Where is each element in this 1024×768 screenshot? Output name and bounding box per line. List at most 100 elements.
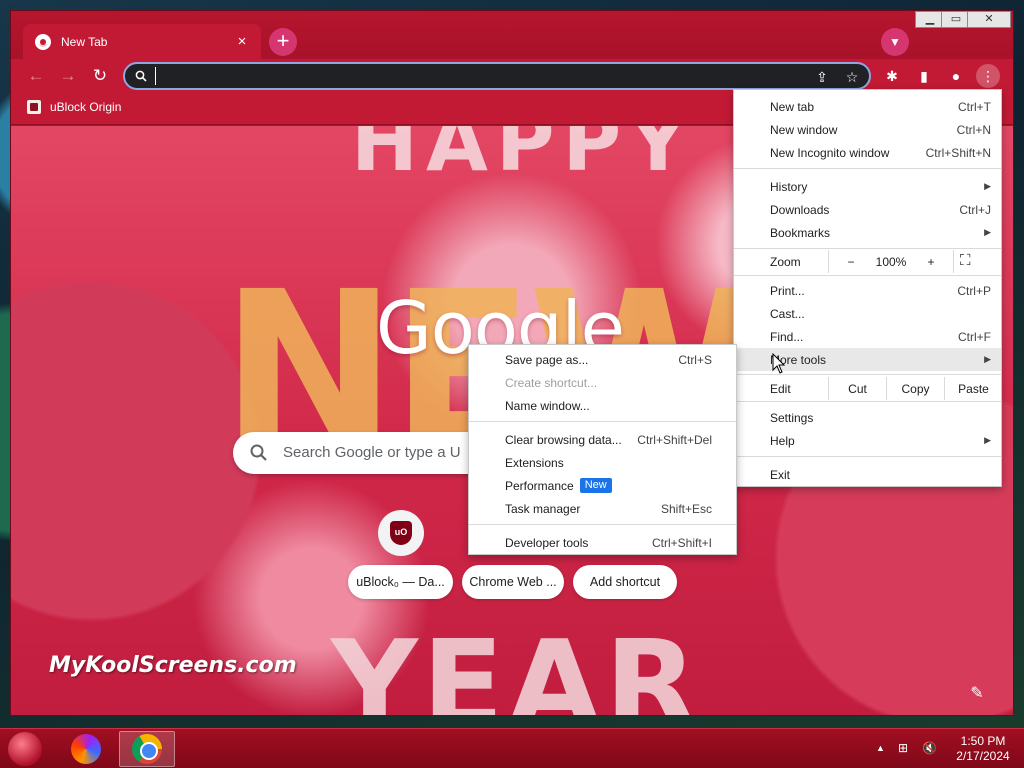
chevron-down-icon: ▼ (889, 35, 901, 49)
tab-search-button[interactable]: ▼ (881, 28, 909, 56)
menu-item-new-tab[interactable]: New tab Ctrl+T (734, 95, 1001, 118)
menu-separator (734, 401, 1001, 402)
menu-label: Edit (770, 381, 791, 396)
menu-accel: Ctrl+T (958, 99, 991, 114)
submenu-item-extensions[interactable]: Extensions (469, 451, 736, 474)
submenu-item-developer-tools[interactable]: Developer tools Ctrl+Shift+I (469, 531, 736, 554)
menu-item-downloads[interactable]: Downloads Ctrl+J (734, 198, 1001, 221)
menu-item-find[interactable]: Find... Ctrl+F (734, 325, 1001, 348)
shortcut-chip-chrome-web-store[interactable]: Chrome Web ... (462, 565, 564, 599)
ntp-search-placeholder: Search Google or type a U (283, 444, 461, 461)
menu-item-bookmarks[interactable]: Bookmarks ▶ (734, 221, 1001, 244)
chrome-main-menu: New tab Ctrl+T New window Ctrl+N New Inc… (733, 89, 1002, 487)
menu-item-exit[interactable]: Exit (734, 463, 1001, 486)
title-bar: New Tab × + ▼ ▁ ▭ ✕ (11, 11, 1013, 59)
pencil-icon[interactable]: ✎ (963, 680, 991, 708)
menu-label: New window (770, 122, 838, 137)
watermark-text: MyKoolScreens.com (49, 653, 297, 678)
zoom-in-button[interactable]: + (916, 255, 946, 269)
cut-button[interactable]: Cut (828, 377, 886, 400)
close-icon[interactable]: × (233, 33, 251, 50)
submenu-item-create-shortcut: Create shortcut... (469, 371, 736, 394)
firefox-icon (71, 734, 101, 764)
mouse-cursor-icon (772, 353, 786, 374)
forward-icon[interactable]: → (55, 63, 81, 89)
shortcut-chip-ublock[interactable]: uBlock₀ — Da... (348, 565, 453, 599)
ublock-icon (27, 100, 41, 114)
system-clock[interactable]: 1:50 PM 2/17/2024 (950, 734, 1016, 764)
puzzle-icon[interactable]: ✱ (880, 64, 904, 88)
taskbar-chrome[interactable] (119, 731, 175, 767)
menu-label: Task manager (505, 501, 581, 516)
submenu-item-task-manager[interactable]: Task manager Shift+Esc (469, 497, 736, 520)
menu-label: Settings (770, 410, 814, 425)
back-icon[interactable]: ← (23, 63, 49, 89)
new-tab-button[interactable]: + (269, 28, 297, 56)
menu-item-history[interactable]: History ▶ (734, 175, 1001, 198)
menu-label: Create shortcut... (505, 375, 598, 390)
menu-label: Bookmarks (770, 225, 831, 240)
deco-happy: HAPPY (351, 126, 696, 189)
zoom-out-button[interactable]: − (836, 255, 866, 269)
menu-label: History (770, 179, 808, 194)
side-panel-icon[interactable]: ▮ (912, 64, 936, 88)
star-icon[interactable]: ☆ (843, 68, 861, 86)
kebab-menu-icon[interactable]: ⋮ (976, 64, 1000, 88)
search-icon (250, 444, 267, 461)
menu-label: Exit (770, 467, 791, 482)
shortcut-ublock[interactable]: uO (378, 510, 424, 556)
toolbar: ← → ↻ ⇪ ☆ ✱ ▮ ● ⋮ (11, 59, 1013, 93)
clock-time: 1:50 PM (960, 734, 1006, 748)
menu-item-print[interactable]: Print... Ctrl+P (734, 279, 1001, 302)
network-icon[interactable]: ⊞ (898, 741, 908, 755)
menu-label: Zoom (770, 255, 801, 269)
menu-label: Developer tools (505, 535, 589, 550)
address-input[interactable] (155, 67, 795, 85)
chevron-right-icon: ▶ (984, 435, 991, 445)
window-close-button[interactable]: ✕ (967, 11, 1011, 28)
menu-separator (469, 524, 736, 525)
cut-label: Cut (848, 381, 867, 396)
deco-year: YEAR (331, 616, 702, 716)
tab-new-tab[interactable]: New Tab × (23, 24, 261, 59)
tray-overflow-icon[interactable]: ▲ (876, 743, 885, 753)
menu-accel: Ctrl+S (678, 352, 712, 367)
copy-button[interactable]: Copy (886, 377, 944, 400)
taskbar-firefox[interactable] (58, 731, 114, 767)
submenu-item-clear-browsing-data[interactable]: Clear browsing data... Ctrl+Shift+Del (469, 428, 736, 451)
start-button[interactable] (8, 732, 42, 766)
menu-label: Downloads (770, 202, 830, 217)
add-shortcut-chip[interactable]: Add shortcut (573, 565, 677, 599)
volume-muted-icon[interactable]: 🔇 (922, 741, 937, 755)
menu-accel: Ctrl+F (958, 329, 991, 344)
search-icon (135, 70, 147, 82)
paste-button[interactable]: Paste (944, 377, 1002, 400)
menu-accel: Ctrl+Shift+Del (637, 432, 712, 447)
chrome-favicon-icon (35, 33, 51, 50)
zoom-value: 100% (875, 254, 907, 269)
menu-accel: Ctrl+Shift+N (925, 145, 991, 160)
menu-label: Find... (770, 329, 804, 344)
menu-accel: Shift+Esc (660, 501, 712, 516)
submenu-item-save-page[interactable]: Save page as... Ctrl+S (469, 348, 736, 371)
fullscreen-icon[interactable]: ⛶ (960, 252, 971, 269)
share-icon[interactable]: ⇪ (813, 68, 831, 86)
menu-item-settings[interactable]: Settings (734, 406, 1001, 429)
reload-icon[interactable]: ↻ (87, 63, 113, 89)
menu-separator (734, 456, 1001, 457)
chevron-right-icon: ▶ (984, 181, 991, 191)
menu-item-new-window[interactable]: New window Ctrl+N (734, 118, 1001, 141)
bookmark-ublock-origin[interactable]: uBlock Origin (27, 100, 121, 114)
menu-item-help[interactable]: Help ▶ (734, 429, 1001, 452)
address-bar[interactable]: ⇪ ☆ (123, 62, 871, 90)
taskbar: ▲ ⊞ 🔇 1:50 PM 2/17/2024 (0, 728, 1024, 768)
submenu-item-performance[interactable]: Performance New (469, 474, 736, 497)
menu-label: Performance (505, 478, 574, 493)
menu-label: Clear browsing data... (505, 432, 622, 447)
submenu-item-name-window[interactable]: Name window... (469, 394, 736, 417)
menu-label: Save page as... (505, 352, 589, 367)
menu-label: Cast... (770, 306, 805, 321)
profile-icon[interactable]: ● (944, 64, 968, 88)
menu-item-new-incognito[interactable]: New Incognito window Ctrl+Shift+N (734, 141, 1001, 164)
menu-item-cast[interactable]: Cast... (734, 302, 1001, 325)
